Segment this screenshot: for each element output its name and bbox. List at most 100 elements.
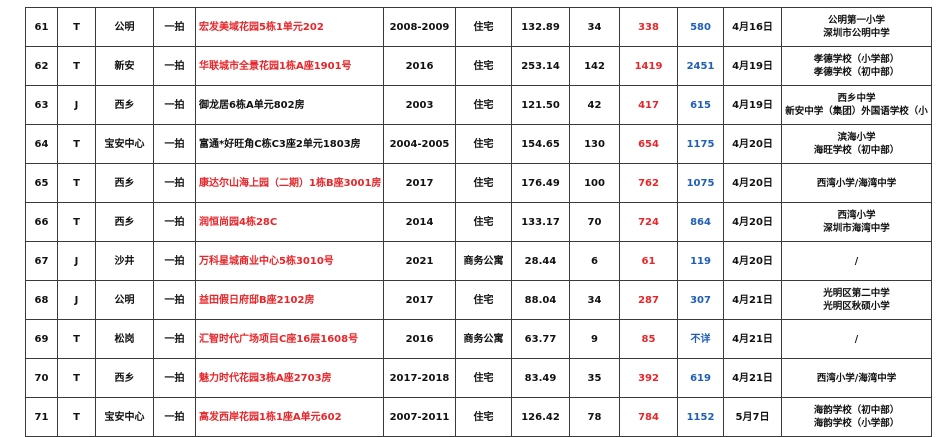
cell-date: 4月21日 xyxy=(723,319,782,359)
cell-type: T xyxy=(57,124,96,164)
cell-value-a: 34 xyxy=(569,7,620,47)
cell-number: 64 xyxy=(25,124,58,164)
cell-size: 28.44 xyxy=(511,241,570,281)
cell-date: 4月19日 xyxy=(723,85,782,125)
cell-unit-price: 不详 xyxy=(677,319,724,359)
cell-schools: 西乡中学 新安中学（集团）外国语学校（小 xyxy=(781,85,932,125)
cell-schools: / xyxy=(781,241,932,281)
table-body: 61 T 公明 一拍 宏发美域花园5栋1单元202 2008-2009 住宅 132.89 34… xyxy=(25,7,932,437)
cell-type: T xyxy=(57,202,96,242)
cell-schools: 西湾小学/海湾中学 xyxy=(781,358,932,398)
cell-number: 66 xyxy=(25,202,58,242)
cell-auction-round: 一拍 xyxy=(153,241,196,281)
cell-year: 2021 xyxy=(383,241,456,281)
cell-price: 287 xyxy=(619,280,678,320)
cell-auction-round: 一拍 xyxy=(153,124,196,164)
cell-date: 4月19日 xyxy=(723,46,782,86)
table-row: 68 J 公明 一拍 益田假日府邸B座2102房 2017 住宅 88.04 34 287 307 4… xyxy=(25,280,932,320)
cell-type: T xyxy=(57,46,96,86)
school-name: 新安中学（集团）外国语学校（小 xyxy=(785,106,928,117)
cell-auction-round: 一拍 xyxy=(153,358,196,398)
cell-area: 西乡 xyxy=(95,358,154,398)
cell-unit-price: 1075 xyxy=(677,163,724,203)
cell-schools: / xyxy=(781,319,932,359)
cell-type: T xyxy=(57,7,96,47)
cell-value-a: 142 xyxy=(569,46,620,86)
cell-usage: 住宅 xyxy=(455,85,512,125)
cell-year: 2008-2009 xyxy=(383,7,456,47)
cell-address: 康达尔山海上园（二期）1栋B座3001房 xyxy=(195,163,384,203)
cell-value-a: 34 xyxy=(569,280,620,320)
cell-schools: 西湾小学深圳市海湾中学 xyxy=(781,202,932,242)
auction-table: 61 T 公明 一拍 宏发美域花园5栋1单元202 2008-2009 住宅 132.89 34… xyxy=(25,7,932,437)
cell-usage: 住宅 xyxy=(455,124,512,164)
table-row: 61 T 公明 一拍 宏发美域花园5栋1单元202 2008-2009 住宅 132.89 34… xyxy=(25,7,932,47)
cell-size: 133.17 xyxy=(511,202,570,242)
cell-address: 汇智时代广场项目C座16层1608号 xyxy=(195,319,384,359)
school-name: 深圳市海湾中学 xyxy=(823,223,890,234)
school-name: 海韵学校（小学部） xyxy=(813,418,900,429)
cell-price: 85 xyxy=(619,319,678,359)
cell-price: 392 xyxy=(619,358,678,398)
cell-number: 61 xyxy=(25,7,58,47)
cell-schools: 孝德学校（小学部） 孝德学校（初中部） xyxy=(781,46,932,86)
cell-number: 62 xyxy=(25,46,58,86)
cell-area: 公明 xyxy=(95,7,154,47)
cell-unit-price: 615 xyxy=(677,85,724,125)
cell-date: 4月20日 xyxy=(723,241,782,281)
school-name: 海旺学校（初中部） xyxy=(813,145,900,156)
cell-area: 西乡 xyxy=(95,163,154,203)
table-row: 65 T 西乡 一拍 康达尔山海上园（二期）1栋B座3001房 2017 住宅 176.49 1… xyxy=(25,163,932,203)
cell-year: 2017 xyxy=(383,280,456,320)
table-row: 66 T 西乡 一拍 润恒尚园4栋28C 2014 住宅 133.17 70 724 864 4月20… xyxy=(25,202,932,242)
table-row: 63 J 西乡 一拍 御龙居6栋A单元802房 2003 住宅 121.50 42 417 615 4… xyxy=(25,85,932,125)
cell-price: 338 xyxy=(619,7,678,47)
cell-year: 2017-2018 xyxy=(383,358,456,398)
cell-address: 富通*好旺角C栋C3座2单元1803房 xyxy=(195,124,384,164)
cell-date: 4月16日 xyxy=(723,7,782,47)
cell-date: 4月20日 xyxy=(723,202,782,242)
cell-size: 63.77 xyxy=(511,319,570,359)
cell-value-a: 42 xyxy=(569,85,620,125)
cell-usage: 住宅 xyxy=(455,7,512,47)
cell-area: 沙井 xyxy=(95,241,154,281)
cell-value-a: 6 xyxy=(569,241,620,281)
cell-address: 魅力时代花园3栋A座2703房 xyxy=(195,358,384,398)
school-name: / xyxy=(854,333,859,345)
table-row: 62 T 新安 一拍 华联城市全景花园1栋A座1901号 2016 住宅 253.14 142 1… xyxy=(25,46,932,86)
school-name: 孝德学校（小学部） xyxy=(813,54,900,65)
cell-number: 70 xyxy=(25,358,58,398)
cell-date: 4月21日 xyxy=(723,280,782,320)
cell-address: 宏发美域花园5栋1单元202 xyxy=(195,7,384,47)
cell-date: 4月21日 xyxy=(723,358,782,398)
school-name: 滨海小学 xyxy=(837,132,876,143)
cell-size: 132.89 xyxy=(511,7,570,47)
cell-usage: 住宅 xyxy=(455,358,512,398)
school-name: 西湾小学 xyxy=(837,210,876,221)
cell-area: 公明 xyxy=(95,280,154,320)
cell-type: T xyxy=(57,163,96,203)
cell-size: 88.04 xyxy=(511,280,570,320)
cell-type: J xyxy=(57,241,96,281)
cell-auction-round: 一拍 xyxy=(153,46,196,86)
cell-size: 253.14 xyxy=(511,46,570,86)
cell-value-a: 35 xyxy=(569,358,620,398)
cell-year: 2016 xyxy=(383,46,456,86)
cell-year: 2017 xyxy=(383,163,456,203)
cell-type: T xyxy=(57,319,96,359)
school-name: 孝德学校（初中部） xyxy=(813,67,900,78)
cell-date: 4月20日 xyxy=(723,124,782,164)
cell-size: 176.49 xyxy=(511,163,570,203)
school-name: 海韵学校（初中部） xyxy=(813,405,900,416)
cell-number: 68 xyxy=(25,280,58,320)
school-name: 深圳市公明中学 xyxy=(823,28,890,39)
cell-address: 益田假日府邸B座2102房 xyxy=(195,280,384,320)
table-row: 64 T 宝安中心 一拍 富通*好旺角C栋C3座2单元1803房 2004-2005 住宅 1… xyxy=(25,124,932,164)
cell-number: 69 xyxy=(25,319,58,359)
cell-price: 61 xyxy=(619,241,678,281)
cell-date: 4月20日 xyxy=(723,163,782,203)
cell-area: 西乡 xyxy=(95,202,154,242)
cell-auction-round: 一拍 xyxy=(153,163,196,203)
cell-area: 宝安中心 xyxy=(95,124,154,164)
cell-number: 63 xyxy=(25,85,58,125)
